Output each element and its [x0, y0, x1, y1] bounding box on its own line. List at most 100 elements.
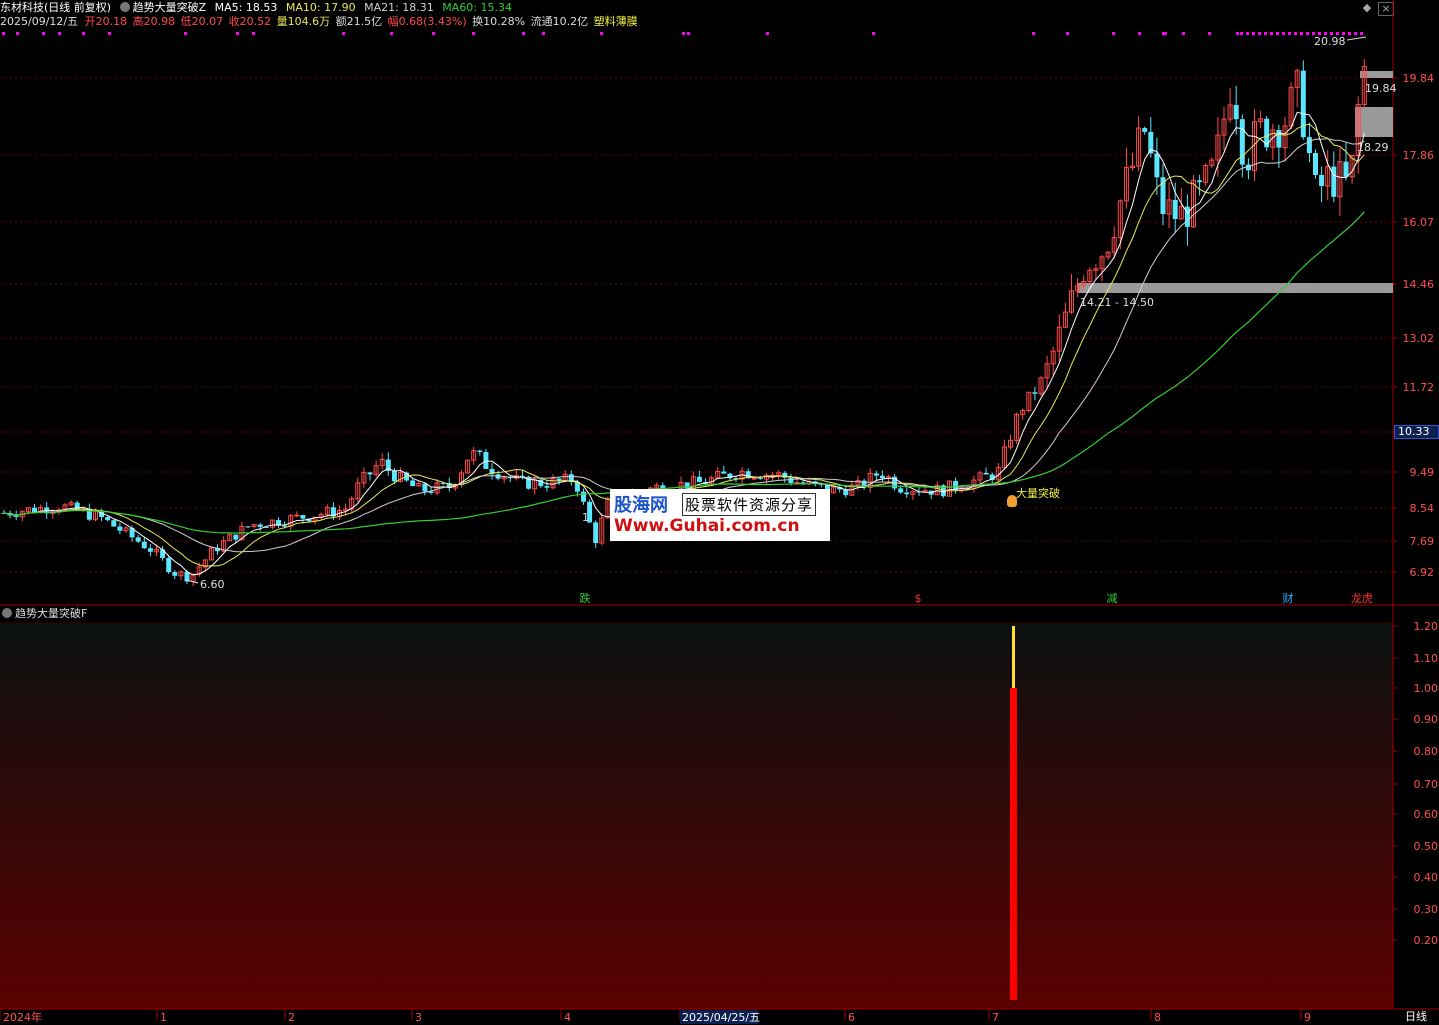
price-axis-label: 13.02: [1403, 332, 1435, 345]
candle-body-up: [751, 477, 757, 480]
signal-dot: [1306, 32, 1309, 35]
candle-body-down: [1172, 199, 1178, 219]
marker-one-label: 1: [582, 511, 589, 524]
support-zone-bar: [1077, 283, 1393, 293]
signal-dot: [1288, 32, 1291, 35]
candle-body-down: [879, 475, 885, 479]
candle-body-down: [32, 507, 37, 513]
signal-dot: [766, 32, 769, 35]
support-zone-label: 14.21 - 14.50: [1080, 296, 1154, 309]
candle-body-down: [1233, 104, 1239, 120]
candle-body-down: [111, 520, 117, 527]
signal-dot: [236, 32, 239, 35]
signal-dot: [872, 32, 875, 35]
watermark-url: Www.Guhai.com.cn: [614, 516, 800, 536]
signal-dot: [1138, 32, 1141, 35]
time-axis-label: 8: [1154, 1011, 1161, 1024]
candle-body-down: [1319, 174, 1325, 186]
sub-axis-label: 1.10: [1414, 652, 1439, 665]
signal-bar: [1010, 688, 1017, 1000]
signal-dot: [1354, 32, 1357, 35]
candle-body-down: [581, 491, 586, 502]
stock-chart-window: 东材科技(日线 前复权) 趋势大量突破Z MA5: 18.53 MA10: 17…: [0, 0, 1439, 1025]
ma60-line: [3, 211, 1365, 534]
signal-dot: [184, 32, 187, 35]
signal-dot: [1348, 32, 1351, 35]
signal-dot: [1066, 32, 1069, 35]
candle-body-down: [282, 525, 288, 527]
sub-axis-label: 0.80: [1414, 745, 1439, 758]
signal-dot: [472, 32, 475, 35]
signal-dot: [342, 32, 345, 35]
candle-body-down: [135, 537, 141, 542]
candle-body-down: [1300, 70, 1306, 138]
candle-body-down: [696, 476, 702, 483]
candle-body-down: [788, 477, 794, 483]
candle-body-down: [1142, 128, 1148, 132]
time-axis-label: 3: [415, 1011, 422, 1024]
candle-body-down: [757, 478, 763, 480]
event-marker-2: 减: [1107, 592, 1118, 605]
candle-body-down: [141, 541, 147, 549]
signal-dot: [1282, 32, 1285, 35]
signal-dot: [1300, 32, 1303, 35]
candle-body-down: [105, 516, 111, 521]
candle-body-up: [294, 514, 300, 517]
time-cursor-label[interactable]: 2025/04/25/五: [682, 1011, 760, 1024]
event-marker-3: 财: [1283, 591, 1294, 605]
candle-body-down: [1154, 153, 1160, 178]
candle-body-down: [544, 486, 550, 488]
candle-body-down: [953, 481, 959, 490]
event-marker-0: 跌: [580, 591, 591, 605]
candle-body-down: [721, 471, 727, 474]
candle-body-down: [556, 478, 562, 481]
candle-body-down: [477, 450, 483, 453]
price-axis-label: 6.92: [1410, 566, 1435, 579]
resistance-upper-label: 19.84: [1365, 82, 1397, 95]
signal-dot: [1240, 32, 1243, 35]
signal-dot: [682, 32, 685, 35]
time-axis-label: 2024年: [3, 1010, 42, 1024]
low-price-label: 6.60: [200, 578, 225, 591]
signal-dot: [58, 32, 61, 35]
resistance-zone-top: [1360, 71, 1393, 78]
hand-pointer-icon: [1007, 495, 1017, 507]
sub-panel-title[interactable]: 趋势大量突破F: [15, 607, 87, 620]
time-axis-label: 9: [1304, 1011, 1311, 1024]
candle-body-down: [898, 488, 904, 493]
sub-panel-dropdown-icon[interactable]: [2, 608, 12, 618]
sub-panel-title-row: 趋势大量突破F: [2, 607, 87, 621]
candle-body-down: [166, 557, 172, 573]
signal-dot: [1208, 32, 1211, 35]
signal-dot: [542, 32, 545, 35]
candle-body-down: [483, 452, 489, 469]
candle-body-down: [245, 526, 251, 528]
candle-body-down: [1197, 180, 1203, 183]
signal-dot: [600, 32, 603, 35]
signal-dot: [16, 32, 19, 35]
watermark-slogan: 股票软件资源分享: [682, 493, 817, 516]
signal-dot: [1112, 32, 1115, 35]
candle-body-down: [1313, 153, 1318, 175]
candle-body-down: [983, 472, 989, 475]
period-button[interactable]: 日线: [1405, 1010, 1427, 1024]
event-marker-1: $: [915, 592, 922, 605]
signal-label-text: 大量突破: [1016, 487, 1060, 500]
candle-body-down: [160, 549, 166, 558]
signal-dot: [390, 32, 393, 35]
candle-body-down: [904, 492, 910, 495]
event-marker-4: 龙虎: [1351, 592, 1373, 605]
signal-dot: [2, 32, 5, 35]
price-axis-label: 17.86: [1403, 149, 1435, 162]
signal-dot: [1182, 32, 1185, 35]
candle-body-down: [1343, 161, 1349, 177]
signal-dot: [1236, 32, 1239, 35]
sub-axis-label: 0.60: [1414, 808, 1439, 821]
candle-body-down: [520, 475, 525, 477]
watermark-brand: 股海网: [614, 495, 668, 516]
price-axis-label: 9.49: [1410, 466, 1435, 479]
price-axis-label: 16.07: [1403, 216, 1435, 229]
time-axis-label: 1: [160, 1011, 167, 1024]
signal-dot: [687, 32, 690, 35]
candle-body-down: [422, 483, 428, 492]
